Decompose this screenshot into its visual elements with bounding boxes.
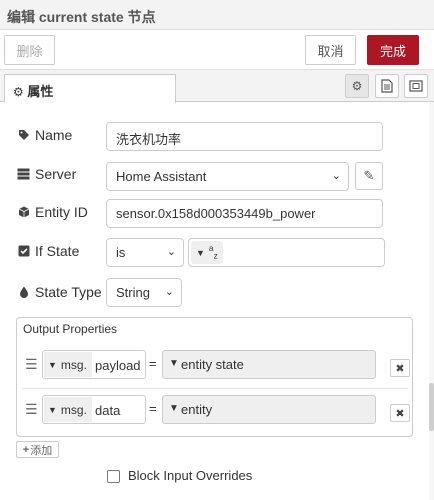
output-row: ☰ ▼ msg. payload = ▼ entity state ✖: [20, 346, 410, 386]
cube-icon: [17, 206, 30, 218]
drag-handle-icon[interactable]: ☰: [25, 401, 38, 418]
tab-bar: ⚙ 属性 ⚙: [0, 70, 434, 103]
close-icon: ✖: [395, 407, 405, 420]
cancel-button[interactable]: 取消: [305, 35, 356, 65]
name-label: Name: [35, 127, 73, 143]
remove-row-button[interactable]: ✖: [390, 404, 410, 422]
button-bar: 删除 取消 完成: [0, 30, 434, 70]
add-property-button[interactable]: + 添加: [16, 441, 59, 458]
add-property-label: 添加: [30, 444, 53, 457]
drop-icon: [17, 286, 30, 298]
tab-properties-label: 属性: [27, 84, 54, 99]
document-icon: [381, 79, 393, 93]
gear-icon: ⚙: [351, 79, 363, 93]
value-select-text: entity state: [181, 357, 244, 372]
caret-down-icon: ▼: [48, 404, 57, 415]
tab-properties[interactable]: ⚙ 属性: [4, 74, 176, 103]
property-name: payload: [95, 358, 141, 373]
plus-icon: +: [22, 443, 30, 456]
msg-prefix-label: msg.: [60, 402, 87, 417]
caret-down-icon: ▼: [48, 359, 57, 370]
property-input[interactable]: ▼ msg. payload: [42, 350, 146, 379]
msg-prefix-label: msg.: [60, 357, 87, 372]
settings-tab-button[interactable]: ⚙: [345, 74, 369, 98]
server-label: Server: [35, 166, 77, 182]
if-state-operator-select[interactable]: is ⌄: [106, 238, 184, 267]
scrollbar-track[interactable]: [429, 102, 434, 500]
property-input[interactable]: ▼ msg. data: [42, 395, 146, 424]
chevron-down-icon: ⌄: [164, 286, 174, 298]
tag-icon: [17, 129, 30, 141]
remove-row-button[interactable]: ✖: [390, 359, 410, 377]
row-divider: [22, 388, 408, 389]
caret-down-icon: ▼: [169, 358, 179, 369]
entity-id-label: Entity ID: [35, 204, 88, 220]
caret-down-icon: ▼: [196, 247, 205, 258]
server-icon: [17, 168, 30, 180]
server-select-value: Home Assistant: [116, 169, 207, 184]
delete-button[interactable]: 删除: [4, 35, 55, 65]
frame-icon: [409, 80, 423, 92]
state-type-value: String: [116, 285, 150, 300]
entity-label-group: Entity ID: [17, 204, 88, 220]
output-row: ☰ ▼ msg. data = ▼ entity ✖: [20, 391, 410, 431]
close-icon: ✖: [395, 362, 405, 375]
dialog-title: 编辑 current state 节点: [0, 0, 434, 30]
output-properties-box: Output Properties ☰ ▼ msg. payload = ▼ e…: [16, 317, 413, 437]
block-input-overrides-label: Block Input Overrides: [128, 468, 253, 483]
pencil-icon: ✎: [363, 168, 375, 183]
chevron-down-icon: ⌄: [331, 170, 341, 182]
caret-down-icon: ▼: [169, 403, 179, 414]
scrollbar-thumb[interactable]: [429, 383, 434, 431]
done-button[interactable]: 完成: [367, 35, 419, 65]
state-type-select[interactable]: String ⌄: [106, 278, 182, 307]
value-select-text: entity: [181, 402, 213, 417]
state-type-label: State Type: [35, 284, 102, 300]
description-tab-button[interactable]: [375, 74, 399, 98]
string-type-icon: az: [208, 243, 218, 261]
property-name: data: [95, 403, 121, 418]
appearance-tab-button[interactable]: [404, 74, 428, 98]
if-state-value-input[interactable]: ▼ az: [188, 238, 385, 267]
checkbox-icon: [17, 245, 30, 257]
equals-sign: =: [149, 401, 157, 416]
output-properties-title: Output Properties: [23, 322, 118, 336]
entity-id-input[interactable]: sensor.0x158d000353449b_power: [106, 199, 383, 228]
state-type-label-group: State Type: [17, 284, 102, 300]
if-state-operator-value: is: [116, 245, 126, 260]
chevron-down-icon: ⌄: [166, 246, 176, 258]
equals-sign: =: [149, 356, 157, 371]
name-input[interactable]: 洗衣机功率: [106, 122, 383, 151]
block-input-overrides-checkbox[interactable]: [107, 470, 120, 483]
msg-prefix[interactable]: ▼ msg.: [44, 397, 92, 422]
gear-icon: ⚙: [13, 85, 24, 99]
type-select-button[interactable]: ▼ az: [191, 241, 223, 264]
server-label-group: Server: [17, 166, 76, 182]
server-select[interactable]: Home Assistant ⌄: [106, 162, 349, 191]
drag-handle-icon[interactable]: ☰: [25, 356, 38, 373]
name-label-group: Name: [17, 127, 72, 143]
if-state-label-group: If State: [17, 243, 79, 259]
value-select[interactable]: ▼ entity: [162, 395, 376, 424]
if-state-label: If State: [35, 243, 80, 259]
edit-server-button[interactable]: ✎: [355, 162, 383, 190]
msg-prefix[interactable]: ▼ msg.: [44, 352, 92, 377]
value-select[interactable]: ▼ entity state: [162, 350, 376, 379]
